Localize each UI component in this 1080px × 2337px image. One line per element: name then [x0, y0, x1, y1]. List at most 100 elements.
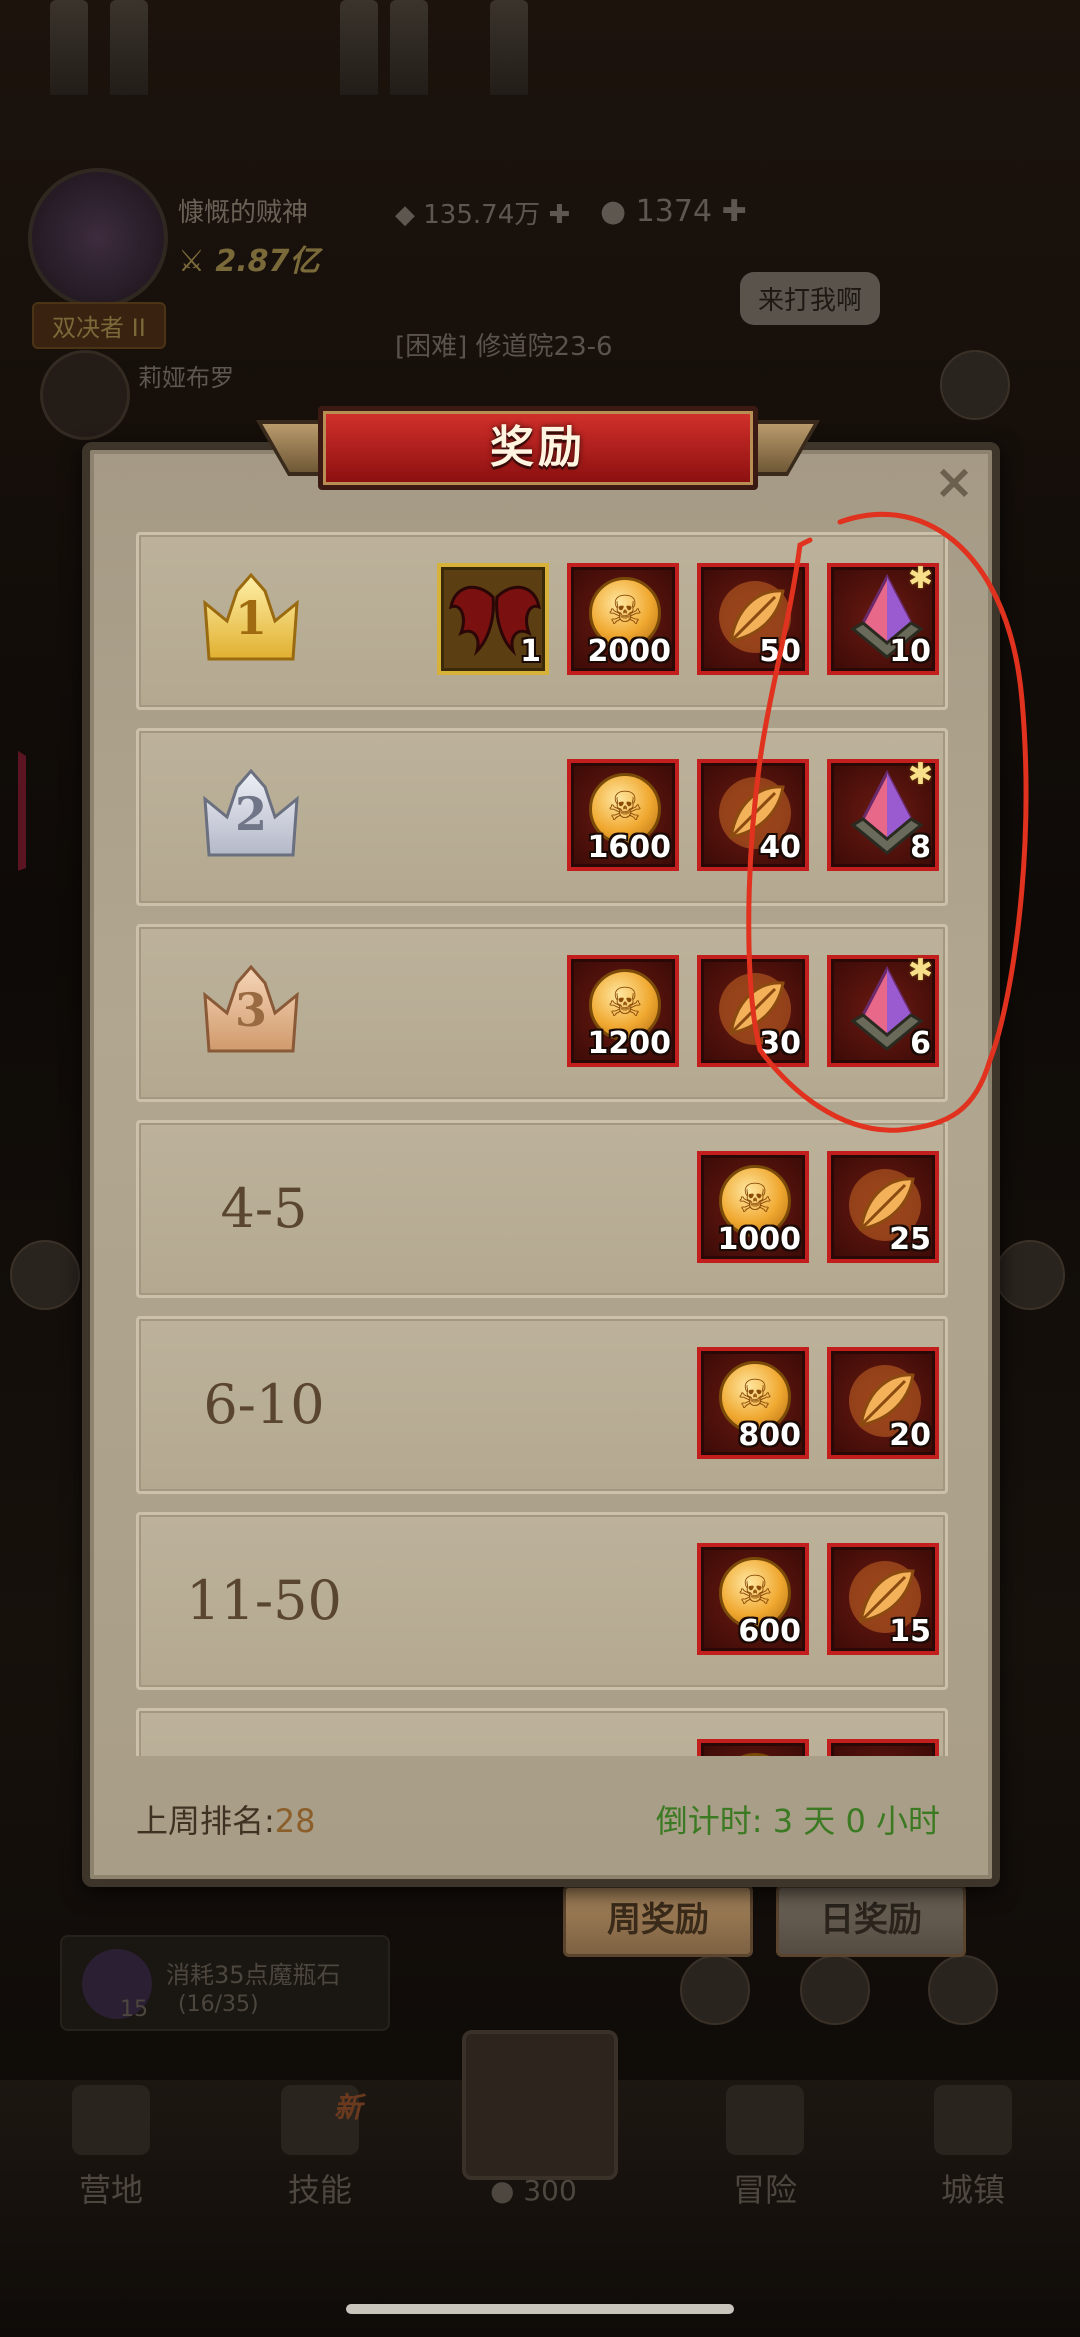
nav-skills[interactable]: 技能 — [245, 2085, 395, 2211]
stage-label: [困难] 修道院23-6 — [395, 332, 613, 362]
star-icon: ✱ — [907, 757, 933, 792]
player-name: 慷慨的贼神 — [178, 198, 309, 228]
nav-battle-center[interactable] — [462, 2030, 618, 2180]
rank-number: 3 — [234, 983, 267, 1037]
reward-count: 15 — [889, 1614, 931, 1649]
candle-decoration — [50, 0, 88, 95]
player-avatar[interactable] — [28, 168, 168, 308]
modal-banner: 奖励 — [255, 406, 821, 494]
reward-count: 600 — [738, 1614, 801, 1649]
side-decoration — [18, 729, 78, 871]
reward-item[interactable] — [827, 1739, 939, 1756]
star-icon: ✱ — [907, 953, 933, 988]
rank-range — [139, 1711, 389, 1756]
reward-item[interactable]: 40 — [697, 759, 809, 871]
reward-item[interactable]: 25 — [827, 1151, 939, 1263]
close-button[interactable]: × — [928, 456, 980, 508]
candle-decoration — [340, 0, 378, 95]
hero-avatar[interactable] — [40, 350, 130, 440]
reward-row: 4-5 1000 25 — [136, 1120, 948, 1298]
crown-icon[interactable] — [800, 1955, 870, 2025]
reward-row: 11-50 600 15 — [136, 1512, 948, 1690]
reward-item[interactable]: 600 — [697, 1543, 809, 1655]
reward-count: 2000 — [587, 634, 672, 669]
reward-item[interactable]: 1200 — [567, 955, 679, 1067]
nav-city-label: 城镇 — [940, 2171, 1005, 2209]
coin-icon — [719, 1753, 791, 1756]
quest-panel[interactable]: 消耗35点魔瓶石 (16/35) 15 — [60, 1935, 390, 2031]
reward-count: 1 — [520, 634, 541, 669]
reward-item[interactable]: 1600 — [567, 759, 679, 871]
reward-row: 1 1 2000 50 ✱ 10 — [136, 532, 948, 710]
chat-icon[interactable] — [10, 1240, 80, 1310]
reward-list[interactable]: 11200050✱102160040✱83120030✱64-51000256-… — [120, 520, 960, 1756]
rank-number: 1 — [234, 591, 267, 645]
feather-icon — [843, 1751, 927, 1756]
game-screen: 慷慨的贼神 ⚔ 2.87亿 ◆ 135.74万 ✚ ● 1374 ✚ 双决者 I… — [0, 0, 1080, 2337]
rank-number: 2 — [234, 787, 267, 841]
refresh-icon[interactable] — [680, 1955, 750, 2025]
reward-count: 30 — [759, 1026, 801, 1061]
nav-base[interactable]: 营地 — [36, 2085, 186, 2211]
reward-row — [136, 1708, 948, 1756]
reward-count: 20 — [889, 1418, 931, 1453]
coin-resource[interactable]: ● 1374 ✚ — [600, 194, 747, 229]
candle-decoration — [390, 0, 428, 95]
reward-count: 8 — [910, 830, 931, 865]
rank-crown-icon: 2 — [201, 768, 301, 865]
reward-item[interactable]: 2000 — [567, 563, 679, 675]
speech-bubble: 来打我啊 — [740, 272, 881, 325]
reward-count: 50 — [759, 634, 801, 669]
title-badge: 双决者 II — [32, 302, 166, 349]
reward-item[interactable]: ✱ 6 — [827, 953, 939, 1067]
reward-item[interactable] — [697, 1739, 809, 1756]
reward-count: 800 — [738, 1418, 801, 1453]
player-power-value: 2.87亿 — [215, 244, 320, 279]
nav-skills-label: 技能 — [287, 2171, 352, 2209]
hero-name: 莉娅布罗 — [138, 364, 234, 392]
last-week-value: 28 — [274, 1802, 316, 1840]
reward-item[interactable]: 1 — [437, 563, 549, 675]
reward-item[interactable]: ✱ 10 — [827, 561, 939, 675]
home-indicator[interactable] — [346, 2304, 734, 2314]
star-icon: ✱ — [907, 561, 933, 596]
reward-item[interactable]: 50 — [697, 563, 809, 675]
modal-title: 奖励 — [490, 422, 586, 473]
reward-count: 10 — [889, 634, 931, 669]
reward-row: 6-10 800 20 — [136, 1316, 948, 1494]
rank-crown-icon: 3 — [201, 964, 301, 1061]
reward-item[interactable]: 20 — [827, 1347, 939, 1459]
tab-weekly-rewards[interactable]: 周奖励 — [563, 1885, 753, 1957]
reward-item[interactable]: 800 — [697, 1347, 809, 1459]
rank-range: 4-5 — [220, 1177, 308, 1240]
rank-range: 6-10 — [203, 1373, 325, 1436]
guild-icon[interactable] — [928, 1955, 998, 2025]
countdown-timer: 倒计时: 3 天 0 小时 — [655, 1802, 940, 1840]
new-badge: 新 — [334, 2091, 363, 2124]
energy-count-value: 300 — [523, 2174, 577, 2207]
quest-text: 消耗35点魔瓶石 — [166, 1961, 341, 1989]
reward-count: 1600 — [587, 830, 672, 865]
player-power: ⚔ 2.87亿 — [178, 244, 320, 279]
settings-icon[interactable] — [940, 350, 1010, 420]
nav-city[interactable]: 城镇 — [898, 2085, 1048, 2211]
battle-icon[interactable] — [995, 1240, 1065, 1310]
coin-count: 1374 — [635, 194, 713, 229]
candle-decoration — [110, 0, 148, 95]
reward-item[interactable]: ✱ 8 — [827, 757, 939, 871]
reward-row: 3 1200 30 ✱6 — [136, 924, 948, 1102]
nav-adventure-label: 冒险 — [732, 2171, 797, 2209]
quest-count: 15 — [120, 1997, 148, 2022]
reward-count: 40 — [759, 830, 801, 865]
last-week-rank: 上周排名:28 — [136, 1796, 316, 1842]
candle-decoration — [490, 0, 528, 95]
reward-count: 1200 — [587, 1026, 672, 1061]
tent-icon — [72, 2085, 150, 2155]
gem-resource[interactable]: ◆ 135.74万 ✚ — [395, 194, 570, 231]
nav-adventure[interactable]: 冒险 — [690, 2085, 840, 2211]
tab-daily-rewards[interactable]: 日奖励 — [776, 1885, 966, 1957]
energy-count: ● 300 — [490, 2174, 577, 2207]
reward-item[interactable]: 1000 — [697, 1151, 809, 1263]
reward-item[interactable]: 30 — [697, 955, 809, 1067]
reward-item[interactable]: 15 — [827, 1543, 939, 1655]
